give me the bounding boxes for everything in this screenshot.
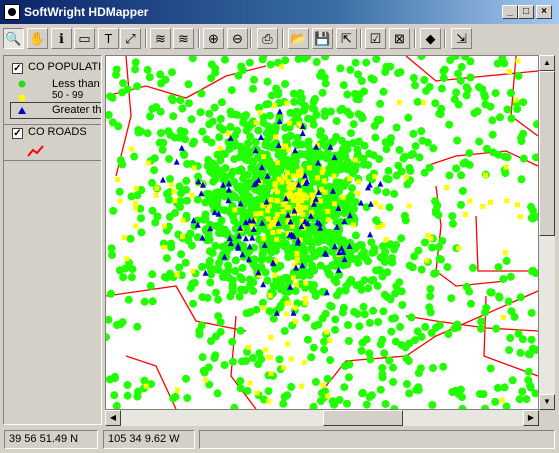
toolbar-separator <box>360 29 362 48</box>
toolbar-separator <box>250 29 252 48</box>
mid-range-symbol <box>19 95 25 101</box>
less-than-symbol <box>18 80 26 88</box>
horizontal-scroll-thumb[interactable] <box>323 410 403 426</box>
divider <box>4 124 101 125</box>
add-layer-button[interactable]: ◆ <box>420 28 441 49</box>
info-tool-button[interactable]: ℹ <box>51 28 72 49</box>
latitude-readout: 39 56 51.49 N <box>4 430 98 449</box>
title-bar: SoftWright HDMapper _ □ × <box>0 0 559 24</box>
scroll-down-button[interactable]: ▼ <box>539 394 555 410</box>
map-view[interactable] <box>105 55 539 410</box>
print-button[interactable]: ⎙ <box>257 28 278 49</box>
properties-button[interactable]: ☑ <box>365 28 386 49</box>
help-button[interactable]: ⇲ <box>451 28 472 49</box>
road-line <box>106 285 247 332</box>
measure-tool-button[interactable]: ⤢ <box>120 28 141 49</box>
delete-layer-button[interactable]: ⊠ <box>389 28 410 49</box>
status-panel <box>199 430 555 449</box>
toolbar-separator <box>444 29 446 48</box>
layers-edit-button[interactable]: ≋ <box>173 28 194 49</box>
vertical-scroll-thumb[interactable] <box>539 71 555 236</box>
layer-checkbox-roads[interactable]: ✓ <box>12 128 23 139</box>
population-points <box>106 56 538 409</box>
zoom-out-button[interactable]: ⊖ <box>227 28 248 49</box>
minimize-button[interactable]: _ <box>502 5 518 19</box>
text-tool-button[interactable]: T <box>98 28 119 49</box>
open-button[interactable]: 📂 <box>288 28 309 49</box>
map-canvas[interactable] <box>106 56 538 409</box>
layers-button[interactable]: ≋ <box>150 28 171 49</box>
vertical-scrollbar[interactable]: ▲ ▼ <box>539 55 555 410</box>
export-button[interactable]: ⇱ <box>336 28 357 49</box>
road-symbol <box>27 145 44 157</box>
toolbar-separator <box>145 29 147 48</box>
selected-legend-row[interactable] <box>10 102 101 119</box>
longitude-readout: 105 34 9.62 W <box>103 430 195 449</box>
toolbar-separator <box>198 29 200 48</box>
save-button[interactable]: 💾 <box>312 28 333 49</box>
pan-tool-button[interactable]: ✋ <box>27 28 48 49</box>
horizontal-scrollbar[interactable]: ◀ ▶ <box>105 410 539 426</box>
toolbar-separator <box>414 29 416 48</box>
scroll-up-button[interactable]: ▲ <box>539 55 555 71</box>
label-tool-button[interactable]: ▭ <box>74 28 95 49</box>
layer-checkbox-population[interactable]: ✓ <box>12 63 23 74</box>
toolbar: 🔍 ✋ ℹ ▭ T ⤢ ≋ ≋ ⊕ ⊖ ⎙ 📂 💾 ⇱ ☑ ⊠ ◆ ⇲ <box>0 26 559 52</box>
scroll-left-button[interactable]: ◀ <box>105 410 121 426</box>
toolbar-separator <box>282 29 284 48</box>
maximize-button[interactable]: □ <box>518 5 534 19</box>
zoom-tool-button[interactable]: 🔍 <box>3 28 24 49</box>
layer-name-population[interactable]: CO POPULATI <box>28 61 101 73</box>
legend-label-50-99: 50 - 99 <box>52 90 84 101</box>
zoom-in-button[interactable]: ⊕ <box>203 28 224 49</box>
legend-panel: ✓ CO POPULATI Less than 50 - 99 Greater … <box>3 55 102 425</box>
layer-name-roads[interactable]: CO ROADS <box>28 126 87 138</box>
window-title: SoftWright HDMapper <box>24 5 149 19</box>
app-icon[interactable] <box>4 4 20 20</box>
scroll-right-button[interactable]: ▶ <box>523 410 539 426</box>
divider <box>4 160 101 161</box>
close-button[interactable]: × <box>536 5 552 19</box>
legend-label-less-than: Less than <box>52 78 100 90</box>
